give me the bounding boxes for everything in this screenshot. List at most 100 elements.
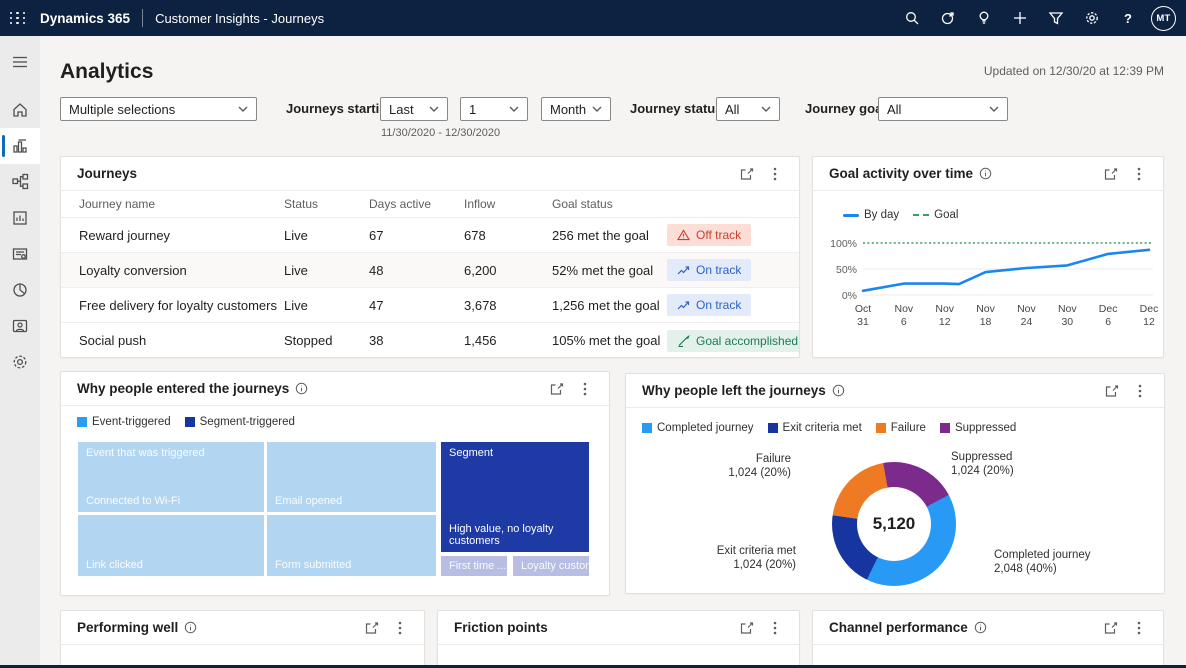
treemap-node[interactable]: Link clicked [78,515,264,576]
col-days-active[interactable]: Days active [369,197,464,211]
expand-icon[interactable] [735,162,759,186]
journey-goal-select[interactable]: All [878,97,1008,121]
x-tick-label: Oct 31 [855,303,871,329]
x-tick-label: Nov 18 [976,303,995,329]
chevron-down-icon [761,105,771,113]
waffle-menu-icon[interactable] [0,0,36,36]
col-journey-name[interactable]: Journey name [79,197,284,211]
add-icon[interactable] [1007,5,1033,31]
col-status[interactable]: Status [284,197,369,211]
expand-icon[interactable] [1099,616,1123,640]
expand-icon[interactable] [1100,379,1124,403]
expand-icon[interactable] [360,616,384,640]
search-icon[interactable] [899,5,925,31]
brand-title[interactable]: Dynamics 365 [40,11,130,26]
nav-analytics-icon[interactable] [0,128,40,164]
nav-events-icon[interactable] [0,200,40,236]
trend-up-icon [677,300,690,311]
treemap-node[interactable]: Event that was triggeredConnected to Wi-… [78,442,264,512]
treemap-node[interactable]: Email opened [267,442,436,512]
expand-icon[interactable] [1099,162,1123,186]
table-row[interactable]: Social push Stopped 38 1,456 105% met th… [61,323,799,358]
help-icon[interactable]: ? [1115,5,1141,31]
nav-home-icon[interactable] [0,92,40,128]
more-icon[interactable] [388,616,412,640]
table-row[interactable]: Free delivery for loyalty customers Live… [61,288,799,323]
app-title[interactable]: Customer Insights - Journeys [155,11,324,26]
more-icon[interactable] [573,377,597,401]
settings-gear-icon[interactable] [1079,5,1105,31]
more-icon[interactable] [763,162,787,186]
more-icon[interactable] [1128,379,1152,403]
nav-journeys-icon[interactable] [0,164,40,200]
nav-segments-icon[interactable] [0,272,40,308]
callout-failure: Failure1,024 (20%) [686,452,791,480]
status-badge: Off track [667,224,751,246]
nav-content-icon[interactable] [0,236,40,272]
audience-select[interactable]: Multiple selections [60,97,257,121]
info-icon[interactable] [979,167,992,180]
ytick-100: 100% [830,238,857,250]
goal-swatch [913,214,929,216]
journeys-starting-label: Journeys starting [286,97,395,121]
unit-select[interactable]: Month [541,97,611,121]
status-badge: On track [667,259,751,281]
col-goal-status[interactable]: Goal status [552,197,667,211]
entered-card: Why people entered the journeys Event-tr… [60,371,610,596]
info-icon[interactable] [832,384,845,397]
chevron-down-icon [238,105,248,113]
count-select[interactable]: 1 [460,97,528,121]
journey-goal-label: Journey goal [805,97,886,121]
treemap-node[interactable]: Loyalty customers [513,556,589,576]
journeys-card-title: Journeys [77,166,137,181]
channel-performance-card: Channel performance [812,610,1164,668]
nav-personas-icon[interactable] [0,308,40,344]
filter-icon[interactable] [1043,5,1069,31]
updated-timestamp: Updated on 12/30/20 at 12:39 PM [984,64,1164,78]
unit-select-value: Month [550,102,586,117]
goal-activity-card: Goal activity over time By day Goal 100%… [812,156,1164,358]
expand-icon[interactable] [545,377,569,401]
callout-completed: Completed journey2,048 (40%) [994,548,1091,576]
exit-swatch [768,423,778,433]
donut-legend: Completed journey Exit criteria met Fail… [642,422,1016,434]
chevron-down-icon [592,105,602,113]
count-select-value: 1 [469,102,476,117]
top-app-bar: Dynamics 365 Customer Insights - Journey… [0,0,1186,36]
entered-card-title: Why people entered the journeys [77,381,289,396]
treemap-node[interactable]: SegmentHigh value, no loyalty customers [441,442,589,552]
range-select[interactable]: Last [380,97,448,121]
lightbulb-icon[interactable] [971,5,997,31]
date-range-text: 11/30/2020 - 12/30/2020 [381,127,500,139]
suppressed-swatch [940,423,950,433]
more-icon[interactable] [1127,616,1151,640]
more-icon[interactable] [1127,162,1151,186]
info-icon[interactable] [184,621,197,634]
nav-settings-icon[interactable] [0,344,40,380]
callout-suppressed: Suppressed1,024 (20%) [951,450,1014,478]
ytick-50: 50% [836,264,857,276]
nav-menu-icon[interactable] [0,44,40,80]
donut-center-total: 5,120 [832,462,956,586]
page-title: Analytics [60,60,153,84]
event-triggered-swatch [77,417,87,427]
goal-chart-legend: By day Goal [843,209,958,221]
status-badge: On track [667,294,751,316]
treemap-node[interactable]: Form submitted [267,515,436,576]
journeys-card: Journeys Journey name Status Days active… [60,156,800,358]
table-row[interactable]: Loyalty conversion Live 48 6,200 52% met… [61,253,799,288]
info-icon[interactable] [974,621,987,634]
journey-status-select[interactable]: All [716,97,780,121]
goal-accomplished-icon [677,335,690,347]
expand-icon[interactable] [735,616,759,640]
performing-well-title: Performing well [77,620,178,635]
more-icon[interactable] [763,616,787,640]
info-icon[interactable] [295,382,308,395]
left-card-title: Why people left the journeys [642,383,826,398]
treemap-node[interactable]: First time ... [441,556,507,576]
table-row[interactable]: Reward journey Live 67 678 256 met the g… [61,218,799,253]
compass-icon[interactable] [935,5,961,31]
performing-well-card: Performing well [60,610,425,668]
col-inflow[interactable]: Inflow [464,197,552,211]
user-avatar[interactable]: MT [1151,6,1176,31]
